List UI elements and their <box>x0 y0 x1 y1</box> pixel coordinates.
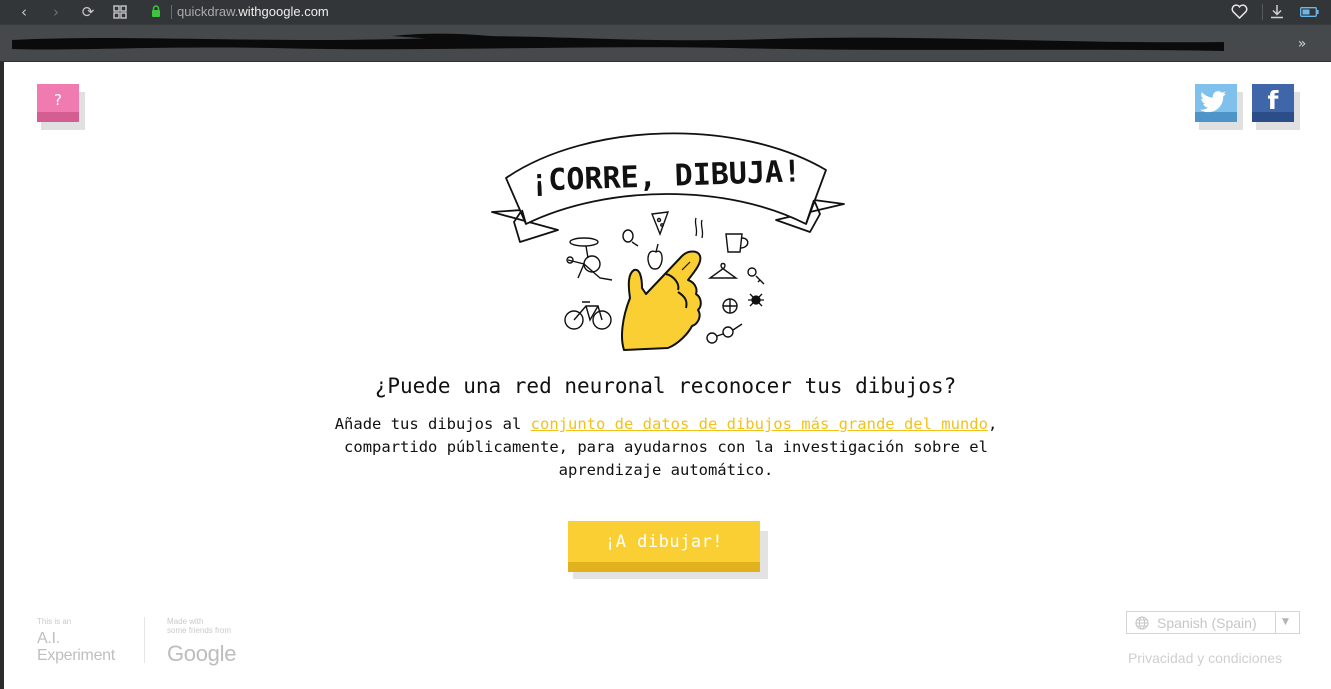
heart-icon[interactable] <box>1231 4 1248 19</box>
toolbar-divider <box>1262 4 1263 20</box>
hero-illustration: ¡CORRE, DIBUJA! <box>491 132 845 351</box>
url-prefix: quickdraw. <box>177 4 239 19</box>
doodle-basketball-icon <box>722 298 738 314</box>
help-button[interactable]: ? <box>37 84 85 130</box>
doodle-hanger-icon <box>707 262 739 279</box>
doodle-bicycle-icon <box>564 301 612 330</box>
intro-text-before: Añade tus dibujos al <box>334 415 531 433</box>
doodle-mug-icon <box>725 233 749 253</box>
made-with-line1: Made with <box>167 617 204 626</box>
forward-button[interactable]: › <box>46 2 66 22</box>
facebook-icon: f <box>1267 86 1279 115</box>
ai-experiment-logo[interactable]: A.I. Experiment <box>37 630 115 664</box>
globe-icon <box>1135 616 1149 630</box>
doodle-pizza-icon <box>651 211 670 236</box>
download-icon[interactable] <box>1270 4 1284 19</box>
language-select-separator <box>1275 612 1276 633</box>
ai-experiment-tagline: This is an <box>37 617 72 626</box>
doodle-spider-icon <box>748 293 764 307</box>
privacy-terms-link[interactable]: Privacidad y condiciones <box>1128 650 1282 666</box>
dataset-link[interactable]: conjunto de datos de dibujos más grande … <box>531 415 988 433</box>
doodle-figure-icon <box>566 237 613 281</box>
google-logo[interactable]: Google <box>167 642 236 666</box>
doodle-apple-icon <box>647 243 663 270</box>
made-with-tagline: Made with some friends from <box>167 617 231 635</box>
language-select[interactable]: Spanish (Spain) ▼ <box>1126 611 1300 634</box>
lock-icon <box>152 5 160 17</box>
help-button-face: ? <box>37 84 79 122</box>
doodle-key-icon <box>747 267 765 285</box>
hand-illustration <box>621 250 702 351</box>
facebook-button-face: f <box>1252 84 1294 122</box>
redacted-bookmarks <box>12 33 1224 51</box>
intro-paragraph: Añade tus dibujos al conjunto de datos d… <box>326 413 1006 482</box>
twitter-button-face <box>1195 84 1237 122</box>
chevron-down-icon: ▼ <box>1282 617 1289 627</box>
facebook-share-button[interactable]: f <box>1252 84 1300 130</box>
ai-experiment-line2: Experiment <box>37 647 115 664</box>
bookmarks-overflow-button[interactable]: » <box>1294 36 1310 52</box>
start-drawing-label: ¡A dibujar! <box>604 532 724 552</box>
window-left-edge <box>0 62 4 689</box>
reload-button[interactable]: ⟳ <box>78 2 98 22</box>
page-headline: ¿Puede una red neuronal reconocer tus di… <box>374 374 957 398</box>
doodle-glasses-icon <box>706 323 743 344</box>
start-drawing-button[interactable]: ¡A dibujar! <box>568 521 768 579</box>
browser-toolbar: ‹ › ⟳ quickdraw.withgoogle.com <box>0 0 1331 24</box>
back-button[interactable]: ‹ <box>14 2 34 22</box>
battery-icon[interactable] <box>1300 7 1319 17</box>
help-icon: ? <box>54 91 62 109</box>
footer-divider <box>144 617 145 663</box>
bookmarks-bar: » <box>0 24 1331 62</box>
doodle-steam-icon <box>694 217 704 239</box>
twitter-icon <box>1200 91 1226 113</box>
url-domain: withgoogle.com <box>238 4 329 19</box>
address-separator <box>171 5 172 19</box>
twitter-share-button[interactable] <box>1195 84 1243 130</box>
speed-dial-icon[interactable] <box>112 4 128 20</box>
ai-experiment-line1: A.I. <box>37 630 60 647</box>
made-with-line2: some friends from <box>167 626 232 635</box>
doodle-lightbulb-icon <box>622 229 639 247</box>
language-select-value: Spanish (Spain) <box>1157 615 1257 631</box>
address-url[interactable]: quickdraw.withgoogle.com <box>177 4 329 20</box>
